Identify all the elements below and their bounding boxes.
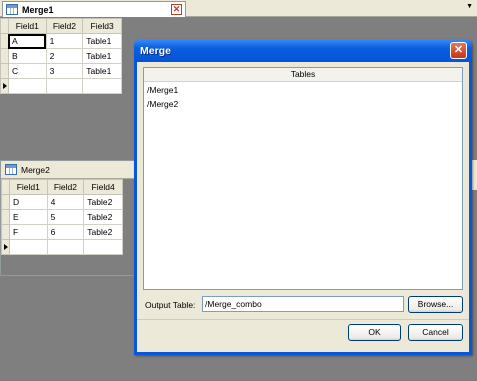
row-pointer-icon [4, 244, 8, 250]
merge2-grid: Field1 Field2 Field4 D 4 Table2 E 5 Tabl… [1, 179, 123, 255]
table-cell[interactable]: B [7, 48, 47, 64]
merge-dialog: Merge ✕ Tables /Merge1 /Merge2 Output Ta… [134, 39, 472, 355]
table-cell[interactable]: Table2 [83, 209, 123, 225]
output-table-field[interactable]: /Merge_combo [202, 296, 404, 312]
column-header[interactable]: Field2 [45, 18, 84, 34]
table-row: D 4 Table2 [1, 194, 123, 210]
table-cell[interactable]: 3 [45, 63, 84, 79]
tables-list[interactable]: Tables /Merge1 /Merge2 [143, 67, 463, 290]
chevron-down-icon[interactable]: ▼ [466, 3, 473, 10]
table-cell[interactable]: Table2 [83, 224, 123, 240]
corner-cell[interactable] [1, 179, 10, 195]
corner-cell[interactable] [0, 18, 9, 34]
merge2-titlebar[interactable]: Merge2 [1, 161, 135, 179]
list-item[interactable]: /Merge2 [144, 96, 462, 110]
close-icon[interactable]: ✕ [450, 42, 467, 59]
column-header[interactable]: Field3 [82, 18, 122, 34]
merge2-body: Field1 Field2 Field4 D 4 Table2 E 5 Tabl… [1, 179, 135, 275]
table-cell[interactable] [46, 239, 85, 255]
table-cell[interactable]: 4 [46, 194, 85, 210]
table-cell[interactable]: Table2 [83, 194, 123, 210]
row-pointer-icon [3, 83, 7, 89]
table-row: C 3 Table1 [0, 63, 122, 79]
table-icon [5, 164, 17, 175]
merge2-table: Field1 Field2 Field4 D 4 Table2 E 5 Tabl… [1, 179, 123, 255]
row-header[interactable] [0, 63, 9, 79]
table-cell[interactable] [7, 78, 47, 94]
tab-merge1[interactable]: Merge1 ✕ [2, 1, 186, 17]
table-row: B 2 Table1 [0, 48, 122, 64]
merge1-grid: Field1 Field2 Field3 A 1 Table1 B 2 Tabl… [0, 18, 122, 94]
merge1-table: Field1 Field2 Field3 A 1 Table1 B 2 Tabl… [0, 18, 122, 94]
table-cell[interactable] [82, 78, 122, 94]
tab-title: Merge1 [22, 4, 54, 15]
table-icon [6, 4, 18, 15]
table-cell[interactable] [45, 78, 84, 94]
table-cell[interactable]: C [7, 63, 47, 79]
cancel-button[interactable]: Cancel [408, 324, 463, 341]
table-cell[interactable]: 2 [45, 48, 84, 64]
table-row: F 6 Table2 [1, 224, 123, 240]
header-row: Field1 Field2 Field3 [0, 18, 122, 34]
divider [137, 319, 469, 320]
new-row [0, 78, 122, 94]
column-header[interactable]: Field4 [83, 179, 123, 195]
table-cell[interactable]: Table1 [82, 33, 122, 49]
row-header[interactable] [1, 239, 10, 255]
new-row [1, 239, 123, 255]
tables-column-header[interactable]: Tables [144, 68, 462, 82]
column-header[interactable]: Field2 [46, 179, 85, 195]
table-cell[interactable]: 5 [46, 209, 85, 225]
merge2-window: Merge2 Field1 Field2 Field4 D 4 Table2 E… [0, 160, 136, 276]
row-header[interactable] [1, 209, 10, 225]
table-cell[interactable] [83, 239, 123, 255]
table-row: E 5 Table2 [1, 209, 123, 225]
row-header[interactable] [1, 224, 10, 240]
column-header[interactable]: Field1 [8, 179, 48, 195]
table-cell[interactable]: Table1 [82, 48, 122, 64]
table-cell[interactable]: E [8, 209, 48, 225]
table-cell[interactable]: Table1 [82, 63, 122, 79]
table-row: A 1 Table1 [0, 33, 122, 49]
table-cell[interactable]: 6 [46, 224, 85, 240]
row-header[interactable] [0, 78, 9, 94]
list-item[interactable]: /Merge1 [144, 82, 462, 96]
table-cell[interactable]: 1 [45, 33, 84, 49]
window-title: Merge2 [21, 164, 50, 175]
browse-button[interactable]: Browse... [408, 296, 463, 313]
row-header[interactable] [0, 33, 9, 49]
dialog-titlebar[interactable]: Merge ✕ [134, 39, 472, 62]
header-row: Field1 Field2 Field4 [1, 179, 123, 195]
table-cell[interactable] [8, 239, 48, 255]
table-cell[interactable]: D [8, 194, 48, 210]
table-cell[interactable]: A [7, 33, 47, 49]
ok-button[interactable]: OK [348, 324, 401, 341]
dialog-title: Merge [140, 44, 171, 57]
document-tab-strip: Merge1 ✕ ▼ [0, 0, 477, 17]
table-cell[interactable]: F [8, 224, 48, 240]
column-header[interactable]: Field1 [7, 18, 47, 34]
close-tab-icon[interactable]: ✕ [171, 4, 182, 15]
row-header[interactable] [0, 48, 9, 64]
dialog-body: Tables /Merge1 /Merge2 Output Table: /Me… [137, 62, 469, 352]
output-table-label: Output Table: [145, 300, 196, 310]
row-header[interactable] [1, 194, 10, 210]
